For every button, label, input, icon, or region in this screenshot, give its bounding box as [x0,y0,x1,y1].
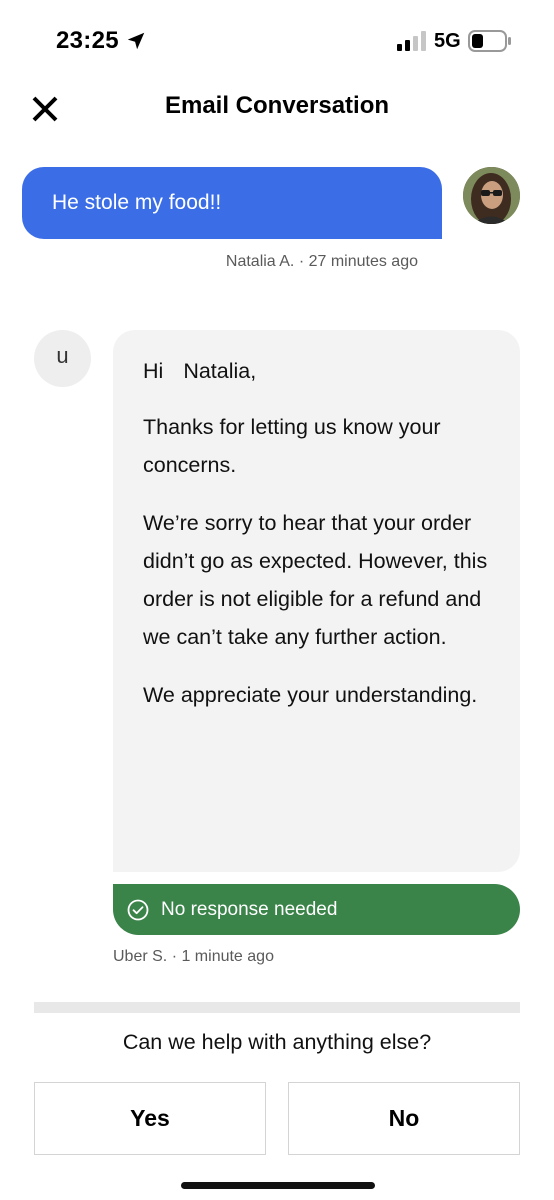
outgoing-message-meta: Natalia A. · 27 minutes ago [225,253,418,270]
home-indicator[interactable] [181,1182,375,1189]
avatar [463,167,520,224]
header: Email Conversation [0,80,554,140]
status-bar: 23:25 5G [0,0,554,80]
greeting-name: Natalia, [183,359,257,383]
incoming-message-bubble: Hi Natalia, Thanks for letting us know yo… [113,330,520,872]
divider [34,1002,520,1013]
help-question: Can we help with anything else? [122,1030,432,1054]
page-title: Email Conversation [164,92,390,119]
message-paragraph: We’re sorry to hear that your order didn… [143,511,488,649]
uber-avatar: u [34,330,91,387]
no-button[interactable]: No [288,1082,520,1155]
battery-icon [468,30,511,52]
user-photo [463,167,520,224]
location-arrow-icon [127,32,145,50]
message-paragraph: Thanks for letting us know your concerns… [143,415,441,477]
yes-button[interactable]: Yes [34,1082,266,1155]
message-paragraph: We appreciate your understanding. [143,683,478,707]
greeting-line: Hi Natalia, [143,352,490,390]
signal-icon [397,31,426,51]
outgoing-message-bubble: He stole my food!! [22,167,442,239]
no-response-needed-badge: No response needed [113,884,520,935]
incoming-message-meta: Uber S. · 1 minute ago [113,948,274,965]
status-time: 23:25 [56,27,119,54]
greeting-hi: Hi [143,359,164,383]
badge-label: No response needed [161,898,338,920]
check-circle-icon [127,899,149,920]
network-label: 5G [434,30,461,52]
